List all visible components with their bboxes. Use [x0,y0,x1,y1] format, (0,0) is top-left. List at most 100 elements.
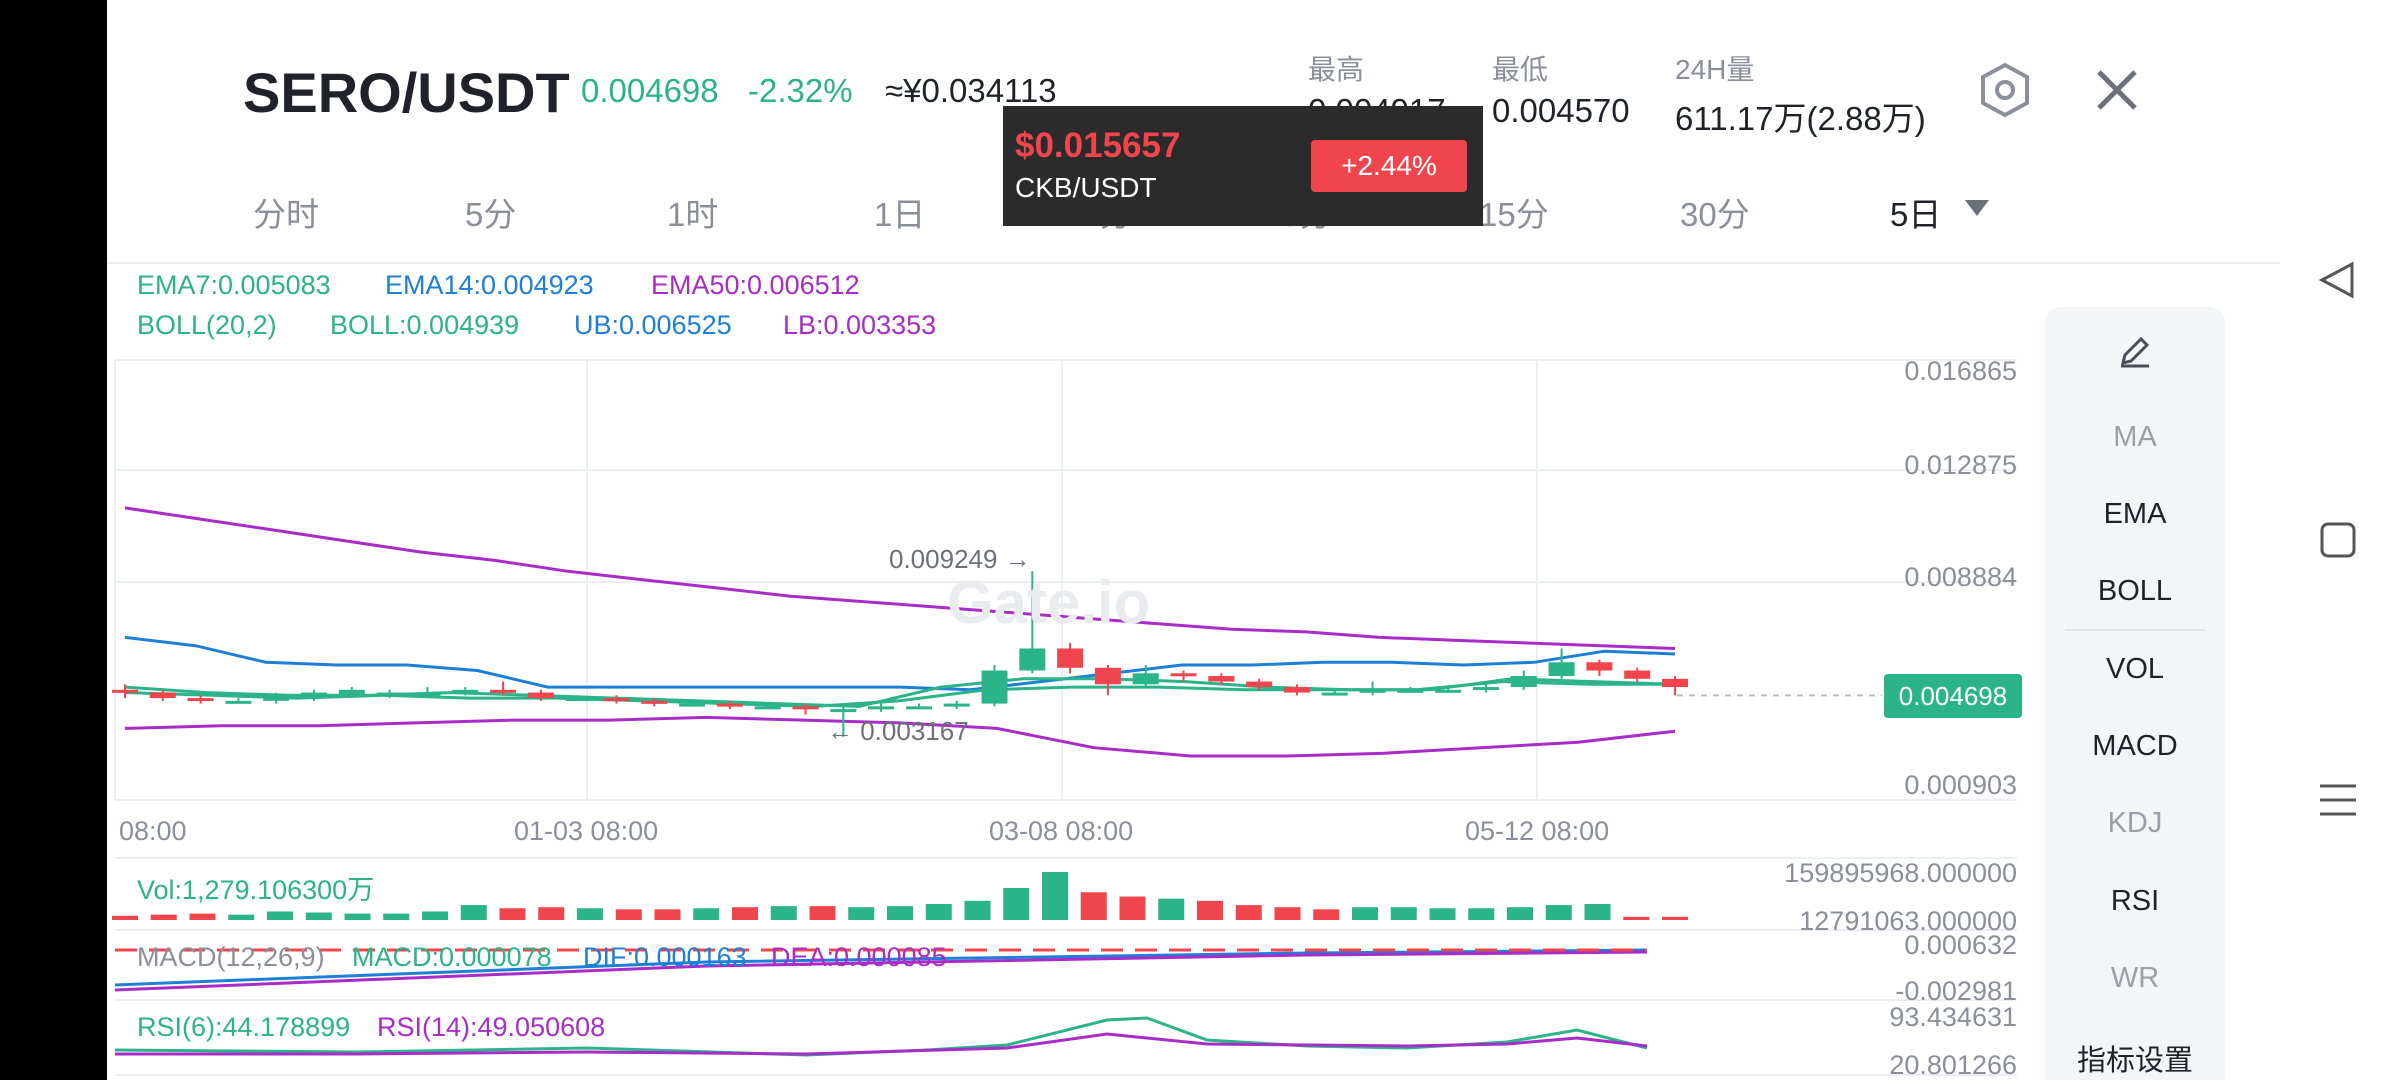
candle [1283,687,1310,693]
time-axis-label: 03-08 08:00 [989,816,1134,846]
candle [1019,648,1046,671]
candle [225,700,252,704]
pencil-icon[interactable] [2117,333,2153,369]
candle [1662,678,1688,688]
volume-bar [538,907,565,920]
time-axis-label: 05-12 08:00 [1465,816,1610,846]
indicator-ema[interactable]: EMA [2045,498,2225,531]
volume-bar [964,900,991,920]
candle [716,703,743,707]
indicator-wr[interactable]: WR [2045,962,2225,995]
time-axis-label: 01-03 08:00 [514,816,659,846]
candle [1548,662,1575,677]
ticker-popup[interactable]: $0.015657 CKB/USDT +2.44% [1003,106,1483,226]
candle [981,670,1008,704]
boll-ub-path [124,635,1676,692]
candle [868,706,895,710]
candle [301,692,328,696]
volume-bar [383,913,410,920]
candle [149,692,176,699]
candle [1359,689,1386,693]
volume-bar [615,909,642,920]
rsi14-legend: RSI(14):49.050608 [377,1012,606,1042]
menu-icon[interactable] [2314,776,2362,824]
dif-legend: DIF:0.000163 [583,942,747,972]
low-marker: ← 0.003167 [827,716,969,746]
candle [565,698,592,702]
ema50-line [124,506,1676,650]
indicator-sidebar: MA EMA BOLL VOL MACD KDJ RSI WR 指标设置 [2045,307,2225,1080]
candle [112,689,138,693]
volume-bar [1003,888,1030,920]
back-icon[interactable] [2314,256,2362,304]
volume-bar [1390,907,1417,920]
volume-bar [1042,872,1068,920]
indicator-ma[interactable]: MA [2045,421,2225,454]
dea-legend: DEA:0.000085 [771,942,947,972]
volume-bar [693,908,720,920]
indicator-rsi[interactable]: RSI [2045,885,2225,918]
volume-bar [460,905,487,920]
volume-bar [1545,905,1572,920]
candle [1624,670,1651,679]
volume-bar [1197,900,1223,920]
volume-bar [577,908,603,920]
candle [1435,689,1462,693]
volume-bar [189,913,216,920]
volume-bar [1158,898,1185,920]
volume-bar [1274,907,1301,920]
indicator-vol[interactable]: VOL [2045,653,2225,686]
volume-bar [1352,907,1378,920]
volume-bar [1235,905,1262,920]
volume-axis-top: 159895968.000000 [1784,858,2017,888]
indicator-kdj[interactable]: KDJ [2045,807,2225,840]
app-window: SERO/USDT 0.004698 -2.32% ≈¥0.034113 最高 … [107,0,2280,1080]
macd-params-legend: MACD(12,26,9) [137,942,325,972]
candle [1208,676,1235,682]
price-axis-label: 0.008884 [1904,562,2017,592]
candle [943,703,970,707]
candle [376,692,403,696]
candle [830,709,857,713]
volume-bar [1507,907,1533,920]
volume-bar [848,907,875,920]
volume-legend: Vol:1,279.106300万 [137,875,375,905]
candle [187,698,214,702]
price-axis-label: 0.016865 [1904,356,2017,386]
candle [905,706,932,710]
candle [1132,673,1159,685]
candle [452,689,479,693]
home-icon[interactable] [2314,516,2362,564]
candle [1472,687,1499,691]
volume-bar [809,906,836,920]
volume-bar [1429,908,1456,920]
rsi-axis-bottom: 20.801266 [1889,1050,2017,1080]
volume-bar [112,915,138,920]
indicator-boll[interactable]: BOLL [2045,575,2225,608]
volume-bar [499,908,526,920]
candle [603,698,630,702]
time-axis-label: 08:00 [119,816,187,846]
indicator-macd[interactable]: MACD [2045,730,2225,763]
candle [679,703,706,707]
volume-bar [1080,892,1107,920]
candle [792,706,819,710]
volume-bar [770,906,797,920]
volume-bar [267,911,293,920]
price-axis-label: 0.000903 [1904,770,2017,800]
volume-bar [1468,908,1495,920]
volume-bar [422,911,448,920]
high-marker: 0.009249 → [889,544,1031,574]
volume-bar [1119,896,1146,920]
candle [641,700,668,704]
boll-ub-line [124,635,1676,692]
candle [1510,676,1537,688]
popup-price: $0.015657 [1015,126,1181,165]
rsi-axis-top: 93.434631 [1889,1002,2017,1032]
indicator-settings[interactable]: 指标设置 [2045,1037,2225,1079]
candle [338,689,365,696]
candle [1170,673,1197,677]
volume-bar [925,904,952,920]
candle [1246,681,1273,688]
volume-bar [1623,916,1650,920]
